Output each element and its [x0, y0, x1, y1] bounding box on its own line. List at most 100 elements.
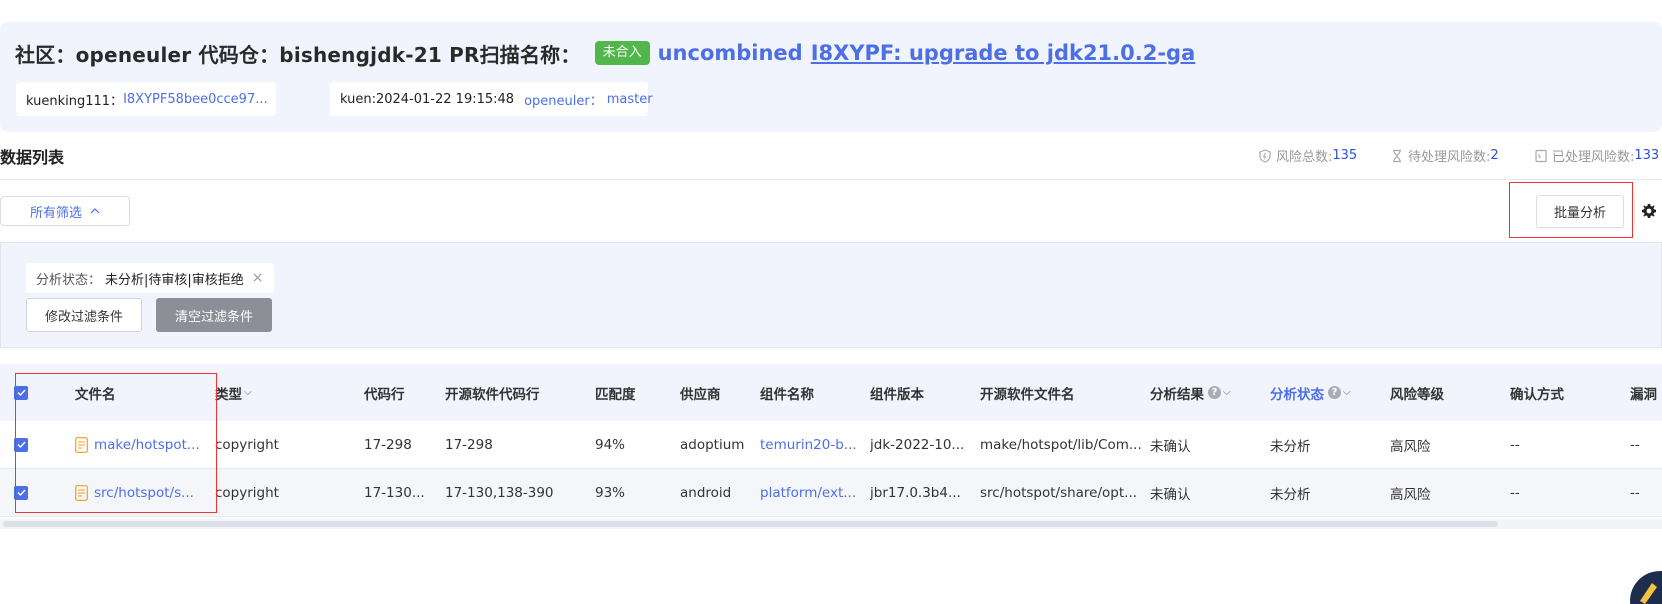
cell-lines: 17-130...: [364, 484, 425, 501]
cell-component-link[interactable]: temurin20-b...: [760, 421, 857, 468]
floating-edit-button[interactable]: [1630, 571, 1662, 604]
row-checkbox[interactable]: [14, 437, 28, 452]
commit-link[interactable]: I8XYPF58bee0cce97...: [123, 92, 268, 107]
divider: [0, 179, 1662, 180]
col-header-result-label: 分析结果: [1150, 386, 1204, 403]
stat-total-label: 风险总数:: [1276, 150, 1333, 165]
chevron-down-icon[interactable]: ⌵: [1223, 387, 1231, 398]
col-header-type[interactable]: 类型 ⌵: [215, 364, 252, 421]
cell-confirm: --: [1510, 436, 1520, 453]
cell-vendor: android: [680, 484, 732, 501]
filter-tag-key: 分析状态：: [36, 272, 102, 288]
cell-status: 未分析: [1270, 486, 1311, 503]
stat-total: 风险总数: 135: [1258, 146, 1357, 165]
col-header-vuln: 漏洞: [1630, 386, 1657, 403]
commit-info-card: kuenking111： I8XYPF58bee0cce97...: [16, 82, 276, 116]
filter-tag-value: 未分析|待审核|审核拒绝: [105, 272, 244, 288]
close-icon[interactable]: ×: [252, 270, 264, 286]
row-checkbox-cell[interactable]: [14, 421, 34, 468]
horizontal-scrollbar[interactable]: [3, 521, 1498, 527]
all-filters-label: 所有筛选: [29, 205, 82, 221]
col-header-match: 匹配度: [595, 386, 636, 403]
list-title: 数据列表: [0, 148, 65, 167]
chevron-down-icon[interactable]: ⌵: [1343, 387, 1351, 398]
stat-handled-value: 133: [1634, 148, 1660, 163]
col-header-risk: 风险等级: [1390, 386, 1444, 403]
cell-oss-lines: 17-130,138-390: [445, 484, 554, 501]
all-filters-button[interactable]: 所有筛选: [0, 196, 130, 226]
row-checkbox[interactable]: [14, 485, 28, 500]
cell-result: 未确认: [1150, 486, 1191, 503]
cell-confirm: --: [1510, 484, 1520, 501]
col-header-vendor: 供应商: [680, 386, 721, 403]
clear-filter-button[interactable]: 清空过滤条件: [156, 298, 272, 332]
cell-oss-file: src/hotspot/share/opt...: [980, 484, 1138, 501]
branch-info-card: kuen:2024-01-22 19:15:48 openeuler： mast…: [330, 82, 653, 116]
col-header-lines: 代码行: [364, 386, 405, 403]
col-header-filename: 文件名: [75, 386, 116, 403]
col-header-oss-lines: 开源软件代码行: [445, 386, 540, 403]
cell-type: copyright: [215, 484, 279, 501]
cell-match: 94%: [595, 436, 626, 453]
page-title: 社区：openeuler 代码仓：bishengjdk-21 PR扫描名称：: [15, 42, 581, 67]
help-icon[interactable]: ?: [1208, 386, 1221, 399]
pr-status-text: uncombined: [657, 41, 803, 65]
batch-analyze-button[interactable]: 批量分析: [1536, 195, 1624, 228]
table-header: 文件名 类型 ⌵ 代码行 开源软件代码行 匹配度 供应商 组件名称 组件版本 开源…: [0, 364, 1662, 421]
stat-total-value: 135: [1332, 148, 1358, 163]
pencil-icon: [1640, 583, 1657, 604]
stat-handled-label: 已处理风险数:: [1552, 150, 1635, 165]
table-row: make/hotspot... copyright 17-298 17-298 …: [0, 421, 1662, 469]
col-header-status[interactable]: 分析状态? ⌵: [1270, 364, 1351, 421]
cell-type: copyright: [215, 436, 279, 453]
row-checkbox-cell[interactable]: [14, 469, 34, 516]
file-link[interactable]: src/hotspot/s...: [94, 485, 194, 501]
cell-oss-file: make/hotspot/lib/Com...: [980, 436, 1142, 453]
clipboard-icon: [1535, 149, 1547, 162]
cell-component-link[interactable]: platform/ext...: [760, 469, 856, 516]
col-header-type-label: 类型: [215, 386, 242, 403]
cell-version: jbr17.0.3b4...: [870, 484, 961, 501]
cell-result: 未确认: [1150, 438, 1191, 455]
hourglass-icon: [1393, 149, 1401, 162]
shield-icon: [1259, 148, 1271, 163]
status-badge: 未合入: [594, 41, 650, 65]
gear-icon[interactable]: [1641, 203, 1657, 219]
branch-link[interactable]: master: [607, 92, 653, 107]
col-header-status-label: 分析状态: [1270, 386, 1324, 403]
stat-pending-label: 待处理风险数:: [1408, 150, 1491, 165]
file-icon: [75, 436, 88, 453]
cell-oss-lines: 17-298: [445, 436, 493, 453]
col-header-oss-file: 开源软件文件名: [980, 386, 1075, 403]
cell-risk: 高风险: [1390, 486, 1431, 503]
chevron-down-icon[interactable]: ⌵: [244, 387, 252, 398]
table-row: src/hotspot/s... copyright 17-130... 17-…: [0, 469, 1662, 517]
cell-filename[interactable]: src/hotspot/s...: [75, 469, 205, 516]
help-icon[interactable]: ?: [1328, 386, 1341, 399]
col-header-component: 组件名称: [760, 386, 814, 403]
cell-risk: 高风险: [1390, 438, 1431, 455]
file-icon: [75, 484, 88, 501]
cell-vuln: --: [1630, 484, 1640, 501]
col-header-confirm: 确认方式: [1510, 386, 1564, 403]
cell-version: jdk-2022-10...: [870, 436, 965, 453]
cell-filename[interactable]: make/hotspot...: [75, 421, 205, 468]
filter-panel: [0, 242, 1662, 348]
divider: [1634, 197, 1635, 225]
cell-vendor: adoptium: [680, 436, 745, 453]
header-checkbox-cell[interactable]: [14, 364, 34, 421]
stat-pending: 待处理风险数: 2: [1390, 146, 1499, 165]
commit-meta: kuen:2024-01-22 19:15:48: [340, 91, 515, 107]
col-header-version: 组件版本: [870, 386, 924, 403]
pr-title-link[interactable]: I8XYPF: upgrade to jdk21.0.2-ga: [811, 41, 1196, 65]
pr-title-row: 社区：openeuler 代码仓：bishengjdk-21 PR扫描名称： 未…: [15, 38, 1195, 68]
file-link[interactable]: make/hotspot...: [94, 437, 200, 453]
col-header-result[interactable]: 分析结果? ⌵: [1150, 364, 1231, 421]
chevron-up-icon: [90, 208, 100, 214]
cell-lines: 17-298: [364, 436, 412, 453]
repo-link[interactable]: openeuler：: [524, 90, 603, 109]
cell-match: 93%: [595, 484, 626, 501]
select-all-checkbox[interactable]: [14, 385, 28, 400]
stat-pending-value: 2: [1490, 148, 1499, 163]
modify-filter-button[interactable]: 修改过滤条件: [26, 298, 142, 332]
